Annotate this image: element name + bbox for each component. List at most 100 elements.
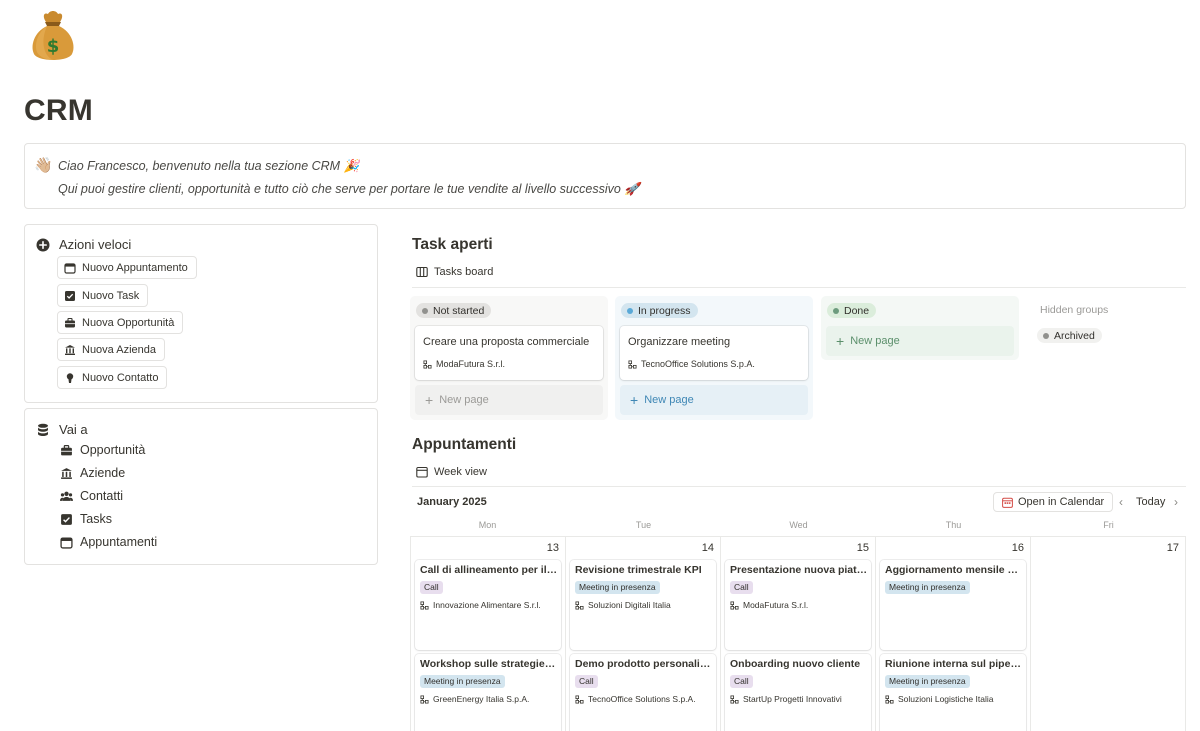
event-card[interactable]: Demo prodotto personalizzata Call TecnoO… bbox=[570, 654, 716, 731]
calendar-view-icon bbox=[416, 466, 428, 478]
event-card[interactable]: Workshop sulle strategie di vendita Meet… bbox=[415, 654, 561, 731]
link-tasks-label: Tasks bbox=[80, 512, 112, 526]
event-company-label: TecnoOffice Solutions S.p.A. bbox=[588, 694, 696, 704]
calendar-icon bbox=[60, 537, 73, 549]
tasks-section-title: Task aperti bbox=[412, 236, 493, 253]
calendar-month: January 2025 bbox=[417, 496, 487, 508]
open-in-calendar-button[interactable]: Open in Calendar bbox=[993, 492, 1114, 512]
event-title: Onboarding nuovo cliente bbox=[730, 658, 861, 670]
link-companies[interactable]: Aziende bbox=[60, 466, 125, 480]
page-title: CRM bbox=[24, 94, 93, 127]
calendar-grid-line bbox=[410, 536, 1186, 537]
go-to-header: Vai a bbox=[36, 422, 88, 437]
bank-icon bbox=[65, 344, 75, 355]
task-card-company-label: ModaFutura S.r.l. bbox=[436, 359, 506, 369]
event-card[interactable]: Onboarding nuovo cliente Call StartUp Pr… bbox=[725, 654, 871, 731]
plus-icon: + bbox=[836, 333, 845, 349]
new-appointment-button[interactable]: Nuovo Appuntamento bbox=[57, 256, 197, 279]
new-contact-button[interactable]: Nuovo Contatto bbox=[57, 366, 168, 389]
quick-actions-header: Azioni veloci bbox=[36, 237, 131, 252]
event-card[interactable]: Call di allineamento per il lancio Call … bbox=[415, 560, 561, 650]
open-in-calendar-label: Open in Calendar bbox=[1018, 496, 1105, 508]
new-task-button[interactable]: Nuovo Task bbox=[57, 284, 149, 307]
briefcase-icon bbox=[61, 444, 72, 455]
people-icon bbox=[60, 491, 73, 501]
callout-line-1: Ciao Francesco, benvenuto nella tua sezi… bbox=[58, 159, 360, 173]
board-column-done: Done + New page bbox=[821, 296, 1019, 360]
chevron-right-icon[interactable]: › bbox=[1174, 495, 1178, 509]
weekday-header: Thu bbox=[945, 520, 962, 530]
new-contact-label: Nuovo Contatto bbox=[82, 371, 159, 384]
status-pill-label: Done bbox=[844, 304, 870, 317]
calendar-grid-line bbox=[720, 537, 721, 731]
event-company-label: Innovazione Alimentare S.r.l. bbox=[433, 600, 541, 610]
status-pill-archived[interactable]: Archived bbox=[1037, 328, 1102, 343]
task-card[interactable]: Creare una proposta commerciale ModaFutu… bbox=[415, 326, 603, 380]
event-company-label: Soluzioni Digitali Italia bbox=[588, 600, 671, 610]
company-relation-icon bbox=[423, 359, 432, 369]
new-task-label: Nuovo Task bbox=[82, 289, 140, 302]
week-view-tab[interactable]: Week view bbox=[416, 466, 487, 478]
event-company[interactable]: Innovazione Alimentare S.r.l. bbox=[420, 600, 541, 610]
task-card-company[interactable]: ModaFutura S.r.l. bbox=[423, 359, 505, 369]
weekday-header: Tue bbox=[635, 520, 652, 530]
plus-circle-icon bbox=[36, 238, 50, 251]
event-title: Revisione trimestrale KPI bbox=[575, 564, 702, 576]
new-page-button[interactable]: + New page bbox=[826, 326, 1014, 356]
event-type-tag: Meeting in presenza bbox=[885, 675, 970, 688]
event-company[interactable]: StartUp Progetti Innovativi bbox=[730, 694, 842, 704]
task-card[interactable]: Organizzare meeting TecnoOffice Solution… bbox=[620, 326, 808, 380]
new-opportunity-label: Nuova Opportunità bbox=[82, 316, 175, 329]
link-opportunities-label: Opportunità bbox=[80, 443, 146, 457]
event-card[interactable]: Presentazione nuova piattaforma Call Mod… bbox=[725, 560, 871, 650]
status-dot bbox=[422, 307, 428, 314]
task-card-company[interactable]: TecnoOffice Solutions S.p.A. bbox=[628, 359, 755, 369]
event-company[interactable]: Soluzioni Digitali Italia bbox=[575, 600, 671, 610]
event-company[interactable]: Soluzioni Logistiche Italia bbox=[885, 694, 993, 704]
company-relation-icon bbox=[420, 600, 429, 610]
new-page-button[interactable]: + New page bbox=[620, 385, 808, 415]
callout-line-2: Qui puoi gestire clienti, opportunità e … bbox=[58, 182, 640, 196]
link-contacts-label: Contatti bbox=[80, 489, 124, 503]
event-card[interactable]: Riunione interna sul pipeline Meeting in… bbox=[880, 654, 1026, 731]
event-title: Demo prodotto personalizzata bbox=[575, 658, 713, 670]
event-company[interactable]: GreenEnergy Italia S.p.A. bbox=[420, 694, 529, 704]
event-company[interactable]: ModaFutura S.r.l. bbox=[730, 600, 808, 610]
chevron-left-icon[interactable]: ‹ bbox=[1119, 495, 1123, 509]
event-company-label: StartUp Progetti Innovativi bbox=[743, 694, 842, 704]
company-relation-icon bbox=[730, 694, 739, 704]
task-card-title: Organizzare meeting bbox=[628, 336, 731, 348]
new-page-button[interactable]: + New page bbox=[415, 385, 603, 415]
link-appointments[interactable]: Appuntamenti bbox=[60, 535, 157, 549]
new-company-label: Nuova Azienda bbox=[82, 343, 156, 356]
event-title: Presentazione nuova piattaforma bbox=[730, 564, 868, 576]
company-relation-icon bbox=[420, 694, 429, 704]
calendar-grid-line bbox=[410, 537, 411, 731]
event-card[interactable]: Aggiornamento mensile clienti Meeting in… bbox=[880, 560, 1026, 650]
status-pill-done[interactable]: Done bbox=[827, 303, 877, 318]
go-to-title: Vai a bbox=[59, 422, 88, 437]
link-opportunities[interactable]: Opportunità bbox=[60, 443, 145, 457]
today-button[interactable]: Today bbox=[1136, 496, 1165, 508]
calendar-grid-line bbox=[875, 537, 876, 731]
database-icon bbox=[38, 423, 48, 436]
new-opportunity-button[interactable]: Nuova Opportunità bbox=[57, 311, 184, 334]
event-company[interactable]: TecnoOffice Solutions S.p.A. bbox=[575, 694, 696, 704]
new-page-label: New page bbox=[439, 394, 489, 406]
svg-text:$: $ bbox=[47, 36, 60, 57]
status-dot bbox=[1043, 332, 1049, 339]
weekday-header: Fri bbox=[1103, 520, 1114, 530]
status-pill-label: Not started bbox=[433, 304, 485, 317]
new-page-label: New page bbox=[850, 335, 900, 347]
calendar-grid-line bbox=[565, 537, 566, 731]
link-tasks[interactable]: Tasks bbox=[60, 512, 112, 526]
person-icon bbox=[66, 372, 74, 383]
calendar-icon bbox=[64, 262, 76, 274]
link-contacts[interactable]: Contatti bbox=[60, 489, 123, 503]
tasks-board-tab[interactable]: Tasks board bbox=[416, 266, 493, 278]
new-company-button[interactable]: Nuova Azienda bbox=[57, 338, 165, 361]
event-card[interactable]: Revisione trimestrale KPI Meeting in pre… bbox=[570, 560, 716, 650]
status-pill-not-started[interactable]: Not started bbox=[416, 303, 492, 318]
status-pill-in-progress[interactable]: In progress bbox=[621, 303, 698, 318]
event-type-tag: Meeting in presenza bbox=[420, 675, 505, 688]
